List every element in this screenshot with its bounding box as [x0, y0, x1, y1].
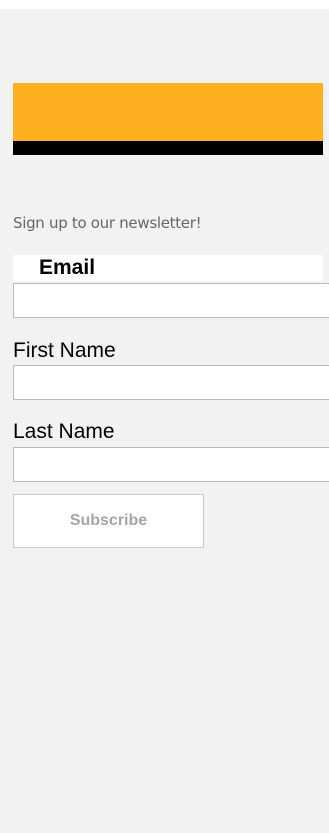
first-name-field[interactable] — [13, 365, 329, 400]
header-banner — [13, 83, 323, 141]
subscribe-button[interactable]: Subscribe — [13, 494, 204, 548]
first-name-label: First Name — [13, 339, 116, 362]
header-bottom-bar — [13, 141, 323, 155]
last-name-field[interactable] — [13, 447, 329, 482]
newsletter-intro: Sign up to our newsletter! — [13, 214, 202, 232]
top-strip — [0, 0, 329, 9]
email-label: Email — [39, 256, 96, 279]
email-label-row: Email — [13, 255, 323, 281]
last-name-label: Last Name — [13, 420, 115, 443]
email-field[interactable] — [13, 283, 329, 318]
